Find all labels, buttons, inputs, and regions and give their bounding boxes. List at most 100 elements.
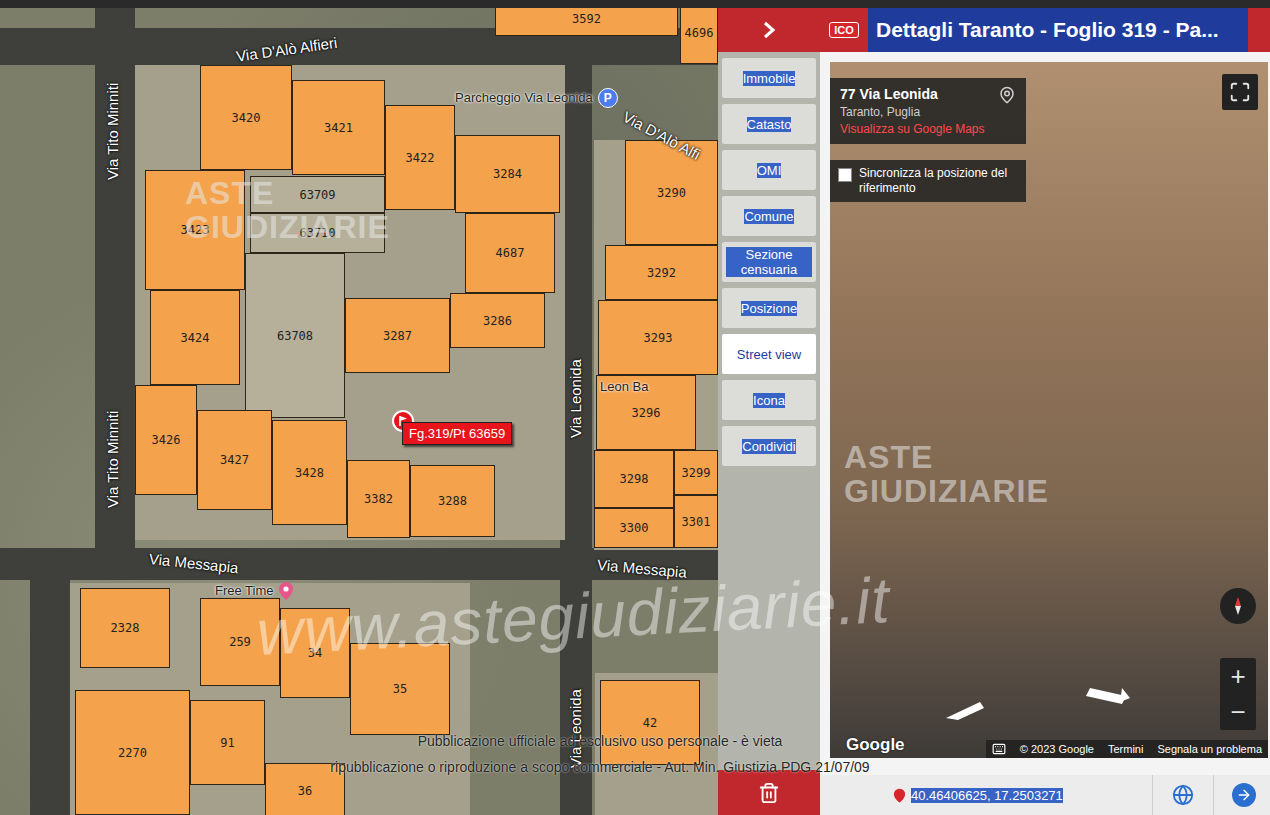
parcel[interactable]: 3420 [200,65,292,170]
menu-label: Icona [753,393,785,408]
parcel-label: 3284 [493,167,522,181]
delete-button[interactable] [718,770,820,815]
parcel-label: 4687 [496,246,525,260]
globe-button[interactable] [1157,775,1209,815]
parcel-label: 3428 [295,466,324,480]
parcel[interactable]: 3428 [272,420,347,525]
chevron-right-icon [762,21,776,39]
parcel[interactable]: 3287 [345,298,450,373]
parcel[interactable]: 63708 [245,253,345,418]
parcel[interactable]: 2270 [75,690,190,815]
parcel-label: 3298 [620,472,649,486]
place[interactable]: Free Time [215,582,293,600]
parcel[interactable]: 3292 [605,245,718,300]
parcel-label: 3421 [324,121,353,135]
menu-button[interactable]: Condividi [722,426,816,466]
parcel[interactable]: 3422 [385,105,455,210]
parcel-label: 3292 [647,266,676,280]
zoom-controls: +− [1220,658,1256,730]
parcel[interactable]: 3298 [594,450,674,508]
parcel[interactable]: 3382 [347,460,410,538]
parcel[interactable]: 3288 [410,465,495,537]
parcel[interactable]: 3286 [450,293,545,348]
place[interactable]: Parcheggio Via Leonida P [455,88,618,108]
maps-link[interactable]: Visualizza su Google Maps [840,122,992,136]
place-label: Parcheggio Via Leonida [455,90,593,106]
compass-button[interactable] [1220,588,1256,624]
panel-content: Immobile Catasto OMI Comune Sezione censuari… [718,52,1270,815]
marker-label: Fg.319/Pt 63659 [402,422,512,445]
parcel[interactable]: 3426 [135,385,197,495]
cadastral-map[interactable]: 3592 4696 3420 3421 3422 3284 63709637103423 46… [0,8,718,815]
parcel[interactable]: 35 [350,643,450,735]
parcel[interactable]: 91 [190,700,265,785]
attribution-item[interactable]: Termini [1108,743,1143,755]
stamp-line: ASTE [844,440,1049,474]
parcel[interactable]: 4696 [680,8,718,64]
zoom-in-button[interactable]: + [1220,658,1256,694]
attribution-item[interactable]: © 2023 Google [1020,743,1094,755]
parcel[interactable]: 63709 [250,176,385,213]
legal-notice: Pubblicazione ufficiale ad esclusivo uso… [280,732,920,776]
parcel[interactable]: 3293 [598,300,718,375]
menu-button[interactable]: Comune [722,196,816,236]
parcel[interactable]: 3290 [625,140,718,245]
parcel-label: 4696 [685,26,714,40]
parcel-label: 3592 [572,12,601,26]
ico-badge: ICO [829,22,859,38]
parcel[interactable]: 2328 [80,588,170,668]
parcel-label: 36 [298,784,312,798]
parcel[interactable]: 4687 [465,213,555,293]
menu-button[interactable]: Street view [722,334,816,374]
street-label: Via Tito Minniti [104,411,122,508]
parcel[interactable]: 36 [265,763,345,815]
navigation-arrows-icon[interactable] [940,668,1160,728]
parcel-marker[interactable]: Fg.319/Pt 63659 [392,410,512,445]
parcel[interactable]: 3592 [495,8,678,36]
parcel[interactable]: 3421 [292,80,385,175]
menu-label: Immobile [743,71,796,86]
menu-button[interactable]: Sezione censuaria [722,242,816,282]
parcel[interactable]: 42 [600,680,700,765]
attribution-item[interactable]: Segnala un problema [1157,743,1262,755]
street-view[interactable]: 77 Via LeonidaTaranto, PugliaVisualizza … [830,62,1268,758]
parcel-label: 3424 [181,331,210,345]
parcel[interactable]: 3301 [674,495,718,548]
collapse-button[interactable] [718,8,820,52]
keyboard-icon[interactable] [992,742,1006,756]
street-label: Via Tito Minniti [104,83,122,180]
parcel-label: 34 [308,646,322,660]
parking-icon: P [598,88,618,108]
zoom-out-button[interactable]: − [1220,694,1256,730]
parcel[interactable]: 3424 [150,290,240,385]
parcel[interactable]: 34 [280,608,350,698]
parcel[interactable]: 3423 [145,170,245,290]
parcel[interactable]: 3427 [197,410,272,510]
parcel[interactable]: 3299 [674,450,718,495]
menu-button[interactable]: OMI [722,150,816,190]
body: 3592 4696 3420 3421 3422 3284 63709637103423 46… [0,8,1270,815]
sync-checkbox[interactable]: Sincronizza la posizione del riferimento [830,160,1026,202]
parcel[interactable]: 259 [200,598,280,686]
checkbox[interactable] [838,168,852,182]
parcel[interactable]: 63710 [250,213,385,253]
coordinates[interactable]: 40.46406625, 17.2503271 [911,788,1063,803]
stamp-line: GIUDIZIARIE [844,474,1049,508]
place[interactable]: Leon Ba [600,379,648,395]
menu-button[interactable]: Catasto [722,104,816,144]
attribution-bar: © 2023 Google Termini Segnala un problema [986,740,1268,758]
menu-button[interactable]: Immobile [722,58,816,98]
parcel-label: 3420 [232,111,261,125]
parcel[interactable]: 3284 [455,135,560,213]
arrow-circle-icon [1232,783,1256,807]
parcel[interactable]: 3300 [594,508,674,548]
menu-label: Catasto [747,117,792,132]
menu-button[interactable]: Icona [722,380,816,420]
parcel-label: 2270 [118,746,147,760]
navigate-button[interactable] [1218,775,1270,815]
parcel-label: 3288 [438,494,467,508]
menu-label: Comune [744,209,793,224]
compass-icon [1228,596,1248,616]
menu-button[interactable]: Posizione [722,288,816,328]
fullscreen-button[interactable] [1222,74,1258,110]
